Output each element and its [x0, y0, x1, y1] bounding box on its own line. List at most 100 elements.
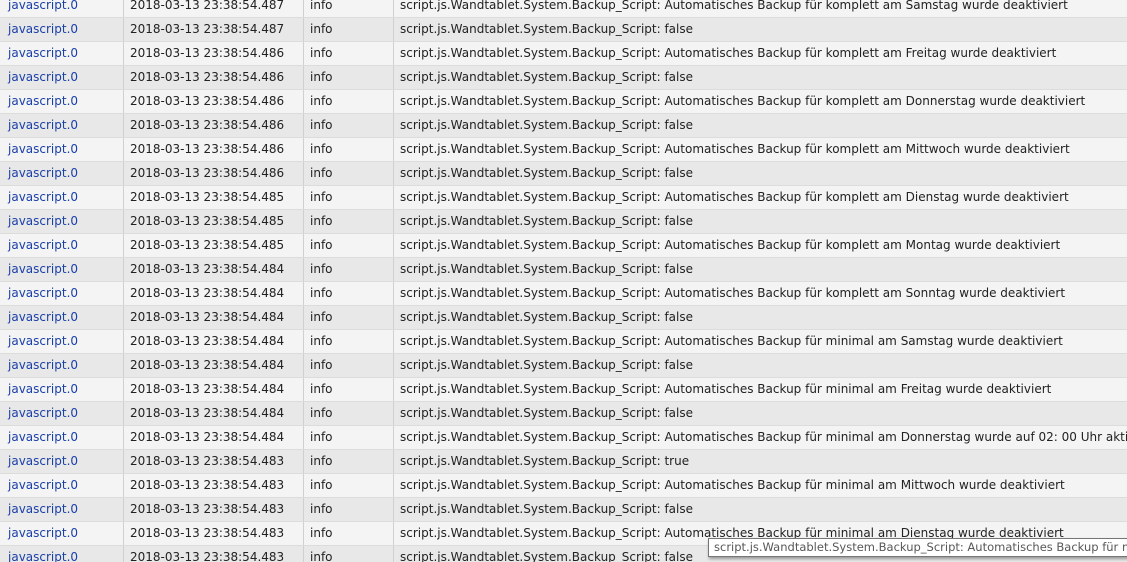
log-row[interactable]: javascript.0 2018-03-13 23:38:54.486 info s… [0, 90, 1127, 114]
log-source-link[interactable]: javascript.0 [0, 354, 123, 377]
log-source-link[interactable]: javascript.0 [0, 306, 123, 329]
log-severity: info [303, 162, 393, 185]
log-row[interactable]: javascript.0 2018-03-13 23:38:54.483 info s… [0, 498, 1127, 522]
log-source-link[interactable]: javascript.0 [0, 546, 123, 562]
log-row[interactable]: javascript.0 2018-03-13 23:38:54.487 info s… [0, 18, 1127, 42]
log-source-link[interactable]: javascript.0 [0, 426, 123, 449]
log-row[interactable]: javascript.0 2018-03-13 23:38:54.483 info s… [0, 450, 1127, 474]
log-timestamp: 2018-03-13 23:38:54.484 [123, 426, 303, 449]
log-message: script.js.Wandtablet.System.Backup_Scrip… [393, 258, 1127, 281]
log-timestamp: 2018-03-13 23:38:54.484 [123, 354, 303, 377]
log-source-link[interactable]: javascript.0 [0, 210, 123, 233]
log-row[interactable]: javascript.0 2018-03-13 23:38:54.484 info s… [0, 354, 1127, 378]
log-row[interactable]: javascript.0 2018-03-13 23:38:54.486 info s… [0, 138, 1127, 162]
log-message: script.js.Wandtablet.System.Backup_Scrip… [393, 474, 1127, 497]
log-source-link[interactable]: javascript.0 [0, 66, 123, 89]
log-severity: info [303, 258, 393, 281]
log-row[interactable]: javascript.0 2018-03-13 23:38:54.483 info s… [0, 474, 1127, 498]
log-row[interactable]: javascript.0 2018-03-13 23:38:54.484 info s… [0, 282, 1127, 306]
log-source-link[interactable]: javascript.0 [0, 402, 123, 425]
log-message: script.js.Wandtablet.System.Backup_Scrip… [393, 378, 1127, 401]
log-row[interactable]: javascript.0 2018-03-13 23:38:54.484 info s… [0, 258, 1127, 282]
log-message: script.js.Wandtablet.System.Backup_Scrip… [393, 90, 1127, 113]
log-row[interactable]: javascript.0 2018-03-13 23:38:54.484 info s… [0, 426, 1127, 450]
log-timestamp: 2018-03-13 23:38:54.485 [123, 186, 303, 209]
log-timestamp: 2018-03-13 23:38:54.484 [123, 378, 303, 401]
log-timestamp: 2018-03-13 23:38:54.484 [123, 258, 303, 281]
log-source-link[interactable]: javascript.0 [0, 90, 123, 113]
log-row[interactable]: javascript.0 2018-03-13 23:38:54.486 info s… [0, 42, 1127, 66]
log-severity: info [303, 282, 393, 305]
log-severity: info [303, 426, 393, 449]
log-source-link[interactable]: javascript.0 [0, 474, 123, 497]
log-timestamp: 2018-03-13 23:38:54.486 [123, 114, 303, 137]
log-severity: info [303, 354, 393, 377]
log-row[interactable]: javascript.0 2018-03-13 23:38:54.484 info s… [0, 378, 1127, 402]
log-source-link[interactable]: javascript.0 [0, 498, 123, 521]
log-row[interactable]: javascript.0 2018-03-13 23:38:54.485 info s… [0, 186, 1127, 210]
log-message: script.js.Wandtablet.System.Backup_Scrip… [393, 138, 1127, 161]
log-timestamp: 2018-03-13 23:38:54.486 [123, 138, 303, 161]
log-message: script.js.Wandtablet.System.Backup_Scrip… [393, 330, 1127, 353]
log-severity: info [303, 522, 393, 545]
log-source-link[interactable]: javascript.0 [0, 282, 123, 305]
log-row[interactable]: javascript.0 2018-03-13 23:38:54.486 info s… [0, 162, 1127, 186]
log-row[interactable]: javascript.0 2018-03-13 23:38:54.485 info s… [0, 234, 1127, 258]
log-row[interactable]: javascript.0 2018-03-13 23:38:54.484 info s… [0, 330, 1127, 354]
log-message: script.js.Wandtablet.System.Backup_Scrip… [393, 306, 1127, 329]
log-row[interactable]: javascript.0 2018-03-13 23:38:54.486 info s… [0, 114, 1127, 138]
log-timestamp: 2018-03-13 23:38:54.487 [123, 0, 303, 17]
log-source-link[interactable]: javascript.0 [0, 378, 123, 401]
log-row[interactable]: javascript.0 2018-03-13 23:38:54.487 info s… [0, 0, 1127, 18]
log-severity: info [303, 546, 393, 562]
log-severity: info [303, 210, 393, 233]
log-source-link[interactable]: javascript.0 [0, 138, 123, 161]
log-message: script.js.Wandtablet.System.Backup_Scrip… [393, 66, 1127, 89]
log-timestamp: 2018-03-13 23:38:54.485 [123, 210, 303, 233]
log-severity: info [303, 18, 393, 41]
log-row[interactable]: javascript.0 2018-03-13 23:38:54.485 info s… [0, 210, 1127, 234]
log-source-link[interactable]: javascript.0 [0, 522, 123, 545]
log-message: script.js.Wandtablet.System.Backup_Scrip… [393, 234, 1127, 257]
log-severity: info [303, 66, 393, 89]
log-source-link[interactable]: javascript.0 [0, 330, 123, 353]
log-severity: info [303, 450, 393, 473]
log-severity: info [303, 378, 393, 401]
log-source-link[interactable]: javascript.0 [0, 162, 123, 185]
log-timestamp: 2018-03-13 23:38:54.484 [123, 402, 303, 425]
log-source-link[interactable]: javascript.0 [0, 234, 123, 257]
log-row[interactable]: javascript.0 2018-03-13 23:38:54.486 info s… [0, 66, 1127, 90]
log-severity: info [303, 0, 393, 17]
log-message: script.js.Wandtablet.System.Backup_Scrip… [393, 426, 1127, 449]
log-source-link[interactable]: javascript.0 [0, 450, 123, 473]
log-timestamp: 2018-03-13 23:38:54.484 [123, 306, 303, 329]
log-row[interactable]: javascript.0 2018-03-13 23:38:54.484 info s… [0, 306, 1127, 330]
log-timestamp: 2018-03-13 23:38:54.483 [123, 474, 303, 497]
log-message: script.js.Wandtablet.System.Backup_Scrip… [393, 498, 1127, 521]
log-timestamp: 2018-03-13 23:38:54.486 [123, 162, 303, 185]
log-source-link[interactable]: javascript.0 [0, 114, 123, 137]
log-severity: info [303, 330, 393, 353]
log-timestamp: 2018-03-13 23:38:54.486 [123, 66, 303, 89]
log-timestamp: 2018-03-13 23:38:54.484 [123, 282, 303, 305]
log-source-link[interactable]: javascript.0 [0, 0, 123, 17]
log-message: script.js.Wandtablet.System.Backup_Scrip… [393, 282, 1127, 305]
log-source-link[interactable]: javascript.0 [0, 42, 123, 65]
log-timestamp: 2018-03-13 23:38:54.485 [123, 234, 303, 257]
log-source-link[interactable]: javascript.0 [0, 258, 123, 281]
log-message: script.js.Wandtablet.System.Backup_Scrip… [393, 186, 1127, 209]
log-severity: info [303, 498, 393, 521]
log-message: script.js.Wandtablet.System.Backup_Scrip… [393, 162, 1127, 185]
log-row[interactable]: javascript.0 2018-03-13 23:38:54.484 info s… [0, 402, 1127, 426]
log-timestamp: 2018-03-13 23:38:54.483 [123, 450, 303, 473]
log-severity: info [303, 138, 393, 161]
log-source-link[interactable]: javascript.0 [0, 186, 123, 209]
log-message: script.js.Wandtablet.System.Backup_Scrip… [393, 42, 1127, 65]
log-message: script.js.Wandtablet.System.Backup_Scrip… [393, 0, 1127, 17]
log-source-link[interactable]: javascript.0 [0, 18, 123, 41]
log-timestamp: 2018-03-13 23:38:54.484 [123, 330, 303, 353]
log-timestamp: 2018-03-13 23:38:54.486 [123, 42, 303, 65]
log-message: script.js.Wandtablet.System.Backup_Scrip… [393, 450, 1127, 473]
log-message: script.js.Wandtablet.System.Backup_Scrip… [393, 210, 1127, 233]
log-severity: info [303, 42, 393, 65]
